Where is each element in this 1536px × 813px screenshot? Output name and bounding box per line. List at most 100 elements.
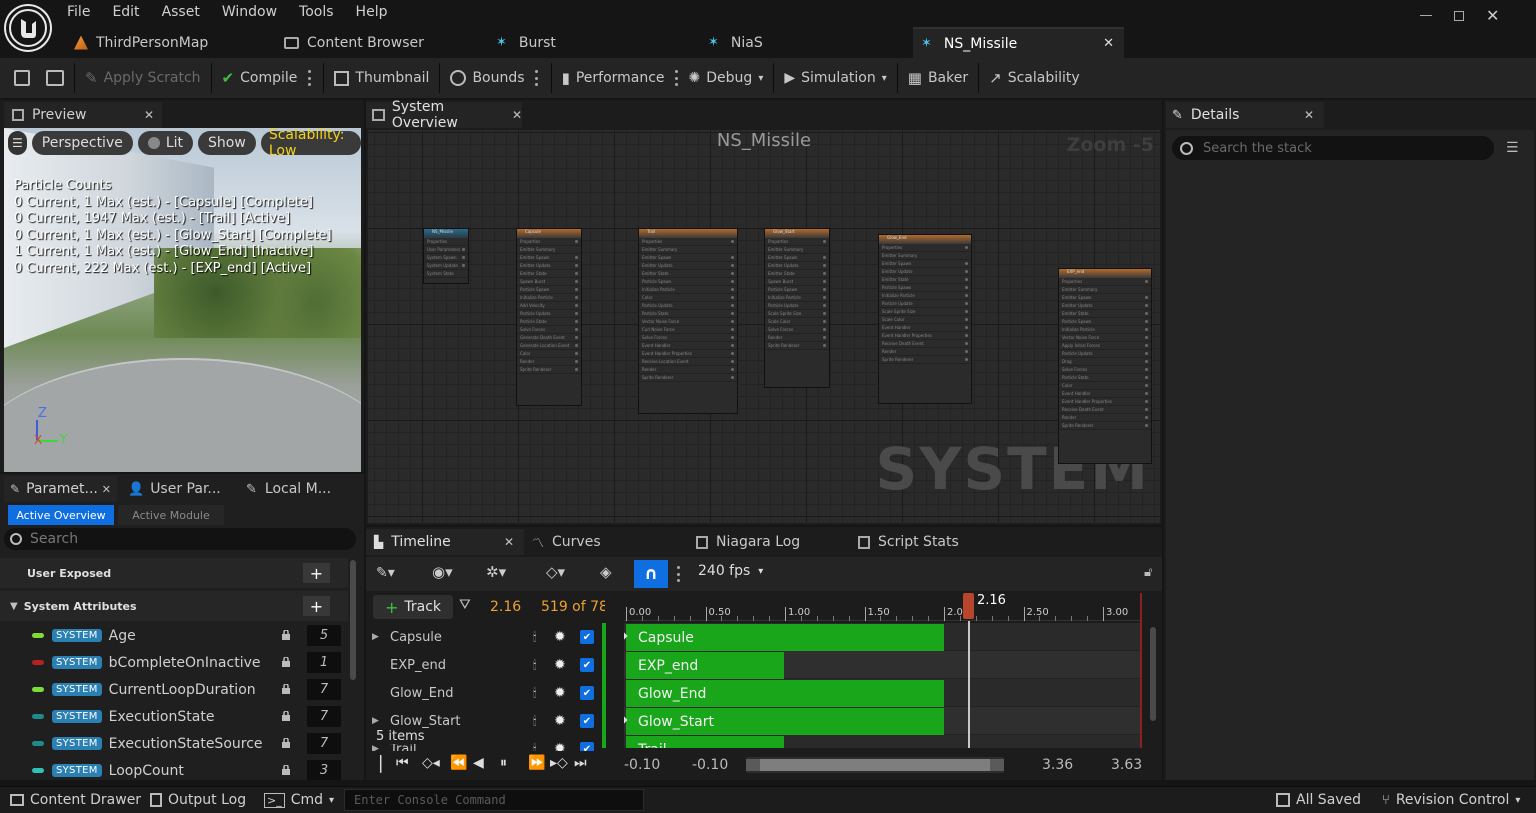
isolate-icon[interactable]: ✹ xyxy=(554,741,566,751)
attribute-value[interactable]: 3 xyxy=(307,760,341,780)
edit-tools-icon[interactable]: ✎▾ xyxy=(376,565,395,581)
user-exposed-header[interactable]: User Exposed + xyxy=(0,558,348,588)
menu-file[interactable]: File xyxy=(56,4,101,20)
playhead-marker-icon[interactable] xyxy=(963,593,974,619)
close-tab-icon[interactable]: ✕ xyxy=(144,108,154,122)
graph-node-glow-end[interactable]: Glow_End Properties Emitter Summary Emit… xyxy=(878,234,972,404)
isolate-icon[interactable]: ✹ xyxy=(554,657,566,673)
system-attribute-row[interactable]: SYSTEM ExecutionState 7 xyxy=(0,703,345,730)
time-ruler[interactable]: 0.00 0.50 1.00 1.50 2.00 2.50 3.00 2.16 xyxy=(624,593,1142,621)
range-start[interactable]: -0.10 xyxy=(624,757,660,773)
simulation-button[interactable]: ▶ Simulation ▾ xyxy=(778,63,892,93)
track-row[interactable]: ▶ Capsule 🕯︎ ✹ ✔ xyxy=(366,623,596,651)
add-track-button[interactable]: + Track xyxy=(373,595,453,619)
bounds-button[interactable]: Bounds xyxy=(444,63,530,93)
apply-scratch-button[interactable]: ✎ Apply Scratch xyxy=(79,63,207,93)
attribute-value[interactable]: 7 xyxy=(307,679,341,700)
track-row[interactable]: Glow_End 🕯︎ ✹ ✔ xyxy=(366,679,596,707)
fps-dropdown[interactable]: 240 fps ▾ xyxy=(698,563,763,579)
graph-node-trail[interactable]: Trail Properties Emitter Summary Emitter… xyxy=(638,228,738,414)
system-attribute-row[interactable]: SYSTEM LoopCount 3 xyxy=(0,757,345,780)
viewport-menu-icon[interactable]: ☰ xyxy=(8,131,27,155)
close-tab-icon[interactable]: ✕ xyxy=(512,108,522,122)
pause-icon[interactable]: ⏸ xyxy=(500,755,507,771)
bounds-options-icon[interactable] xyxy=(535,70,539,86)
expand-arrow-icon[interactable]: ▶ xyxy=(372,744,379,751)
current-time[interactable]: 2.16 xyxy=(490,599,521,615)
expand-arrow-icon[interactable]: ▶ xyxy=(372,716,379,726)
close-tab-icon[interactable]: ✕ xyxy=(1103,36,1114,51)
emitter-icon[interactable]: 🕯︎ xyxy=(533,742,536,752)
isolate-icon[interactable]: ✹ xyxy=(554,713,566,729)
previous-key-icon[interactable]: ◇◂ xyxy=(422,755,440,771)
track-section[interactable]: Capsule xyxy=(626,624,944,651)
isolate-icon[interactable]: ✹ xyxy=(554,629,566,645)
perspective-button[interactable]: Perspective xyxy=(31,131,133,155)
enabled-checkbox[interactable]: ✔ xyxy=(580,742,594,751)
cmd-dropdown[interactable]: >_ Cmd ▾ xyxy=(264,792,334,808)
view-end[interactable]: 3.36 xyxy=(1042,757,1073,773)
unreal-logo-icon[interactable] xyxy=(6,6,50,50)
preview-viewport[interactable]: ☰ Perspective Lit Show Scalability: Low … xyxy=(4,128,361,472)
jump-to-start-icon[interactable]: ⏮ xyxy=(396,755,409,771)
emitter-icon[interactable]: 🕯︎ xyxy=(533,630,536,645)
tab-timeline[interactable]: ▙ Timeline ✕ xyxy=(366,529,524,555)
baker-button[interactable]: ▦ Baker xyxy=(902,63,974,93)
emitter-icon[interactable]: 🕯︎ xyxy=(533,686,536,701)
doc-tab-burst[interactable]: ✶ Burst xyxy=(488,28,698,57)
details-tab[interactable]: ✎ Details ✕ xyxy=(1166,102,1324,128)
restore-icon[interactable] xyxy=(1454,10,1464,21)
debug-button[interactable]: ✺ Debug ▾ xyxy=(683,63,770,93)
close-tab-icon[interactable]: ✕ xyxy=(102,483,111,496)
jump-to-end-icon[interactable]: ⏭ xyxy=(574,755,587,771)
system-attributes-header[interactable]: ▼ System Attributes + xyxy=(0,591,348,621)
console-input[interactable]: Enter Console Command xyxy=(344,789,644,811)
doc-tab-ns-missile[interactable]: ✶ NS_Missile ✕ xyxy=(913,27,1124,58)
auto-key-icon[interactable]: ◈ xyxy=(600,563,612,581)
playback-options-icon[interactable]: ✲▾ xyxy=(486,563,506,581)
step-forward-icon[interactable]: ⏩ xyxy=(528,755,545,771)
range-end[interactable]: 3.63 xyxy=(1111,757,1142,773)
menu-tools[interactable]: Tools xyxy=(288,4,345,20)
performance-options-icon[interactable] xyxy=(675,70,679,86)
active-overview-button[interactable]: Active Overview xyxy=(8,505,114,525)
attribute-value[interactable]: 5 xyxy=(307,625,341,646)
close-window-icon[interactable]: ✕ xyxy=(1486,6,1499,25)
graph-node-system[interactable]: NS_Missile Properties User Parameters Sy… xyxy=(423,228,469,284)
close-tab-icon[interactable]: ✕ xyxy=(504,535,514,549)
expand-arrow-icon[interactable]: ▶ xyxy=(372,632,379,642)
tab-local-modules[interactable]: ✎ Local M... xyxy=(238,476,353,502)
attribute-value[interactable]: 1 xyxy=(307,652,341,673)
view-start[interactable]: -0.10 xyxy=(692,757,728,773)
play-reverse-icon[interactable]: ◀ xyxy=(473,755,484,771)
step-back-icon[interactable]: ⏪ xyxy=(450,755,467,771)
lock-icon[interactable]: 🔓︎ xyxy=(1144,565,1152,580)
lit-button[interactable]: Lit xyxy=(137,131,194,155)
emitter-icon[interactable]: 🕯︎ xyxy=(533,714,536,729)
close-tab-icon[interactable]: ✕ xyxy=(1304,108,1314,122)
set-start-icon[interactable]: ▏ xyxy=(380,755,392,773)
current-frame[interactable]: 519 of 782 xyxy=(541,599,605,615)
system-attribute-row[interactable]: SYSTEM CurrentLoopDuration 7 xyxy=(0,676,345,703)
tab-script-stats[interactable]: Script Stats xyxy=(858,529,959,555)
menu-help[interactable]: Help xyxy=(345,4,399,20)
performance-button[interactable]: ▮ Performance xyxy=(556,63,671,93)
scalability-button[interactable]: ↗ Scalability xyxy=(983,63,1086,93)
doc-tab-thirdpersonmap[interactable]: ThirdPersonMap xyxy=(66,28,276,57)
snap-magnet-button[interactable]: ∩ xyxy=(634,560,668,588)
show-button[interactable]: Show xyxy=(198,131,256,155)
tab-user-parameters[interactable]: 👤 User Par... xyxy=(120,476,235,502)
graph-canvas[interactable]: NS_Missile Zoom -5 SYSTEM NS_Missile Pro… xyxy=(368,130,1160,523)
menu-asset[interactable]: Asset xyxy=(151,4,211,20)
system-attribute-row[interactable]: SYSTEM ExecutionStateSource 7 xyxy=(0,730,345,757)
menu-edit[interactable]: Edit xyxy=(101,4,150,20)
system-overview-tab[interactable]: System Overview ✕ xyxy=(366,99,522,131)
stack-search-box[interactable]: Search the stack xyxy=(1172,136,1494,160)
doc-tab-nias[interactable]: ✶ NiaS xyxy=(700,28,910,57)
key-options-icon[interactable]: ◇▾ xyxy=(546,563,565,581)
track-section[interactable]: Trail xyxy=(626,736,784,748)
attribute-value[interactable]: 7 xyxy=(307,706,341,727)
isolate-icon[interactable]: ✹ xyxy=(554,685,566,701)
save-button[interactable] xyxy=(8,63,36,93)
browse-button[interactable] xyxy=(40,63,70,93)
